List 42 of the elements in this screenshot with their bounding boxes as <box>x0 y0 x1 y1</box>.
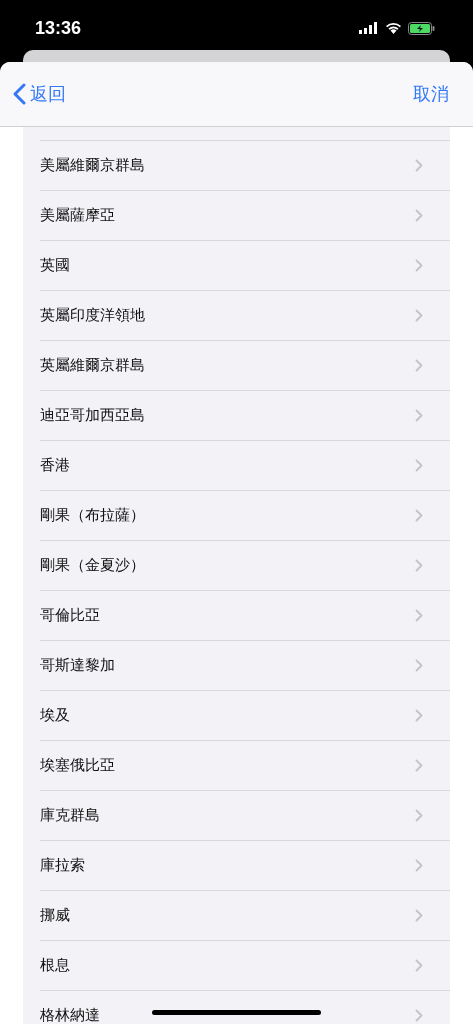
chevron-right-icon <box>415 909 423 922</box>
country-row[interactable]: 英屬維爾京群島 <box>40 340 450 390</box>
country-row[interactable]: 挪威 <box>40 890 450 940</box>
chevron-right-icon <box>415 509 423 522</box>
chevron-right-icon <box>415 459 423 472</box>
country-row[interactable]: 英屬印度洋領地 <box>40 290 450 340</box>
chevron-right-icon <box>415 309 423 322</box>
signal-icon <box>359 22 379 34</box>
chevron-left-icon <box>13 83 26 105</box>
chevron-right-icon <box>415 759 423 772</box>
country-row[interactable]: 剛果（金夏沙） <box>40 540 450 590</box>
chevron-right-icon <box>415 959 423 972</box>
country-row[interactable]: 庫拉索 <box>40 840 450 890</box>
country-row[interactable]: 香港 <box>40 440 450 490</box>
wifi-icon <box>385 22 402 34</box>
chevron-right-icon <box>415 559 423 572</box>
country-row[interactable]: 埃塞俄比亞 <box>40 740 450 790</box>
country-row[interactable]: 根息 <box>40 940 450 990</box>
chevron-right-icon <box>415 209 423 222</box>
chevron-right-icon <box>415 809 423 822</box>
country-row[interactable]: 迪亞哥加西亞島 <box>40 390 450 440</box>
country-row[interactable]: 哥斯達黎加 <box>40 640 450 690</box>
chevron-right-icon <box>415 259 423 272</box>
country-row[interactable]: 庫克群島 <box>40 790 450 840</box>
chevron-right-icon <box>415 359 423 372</box>
chevron-right-icon <box>415 159 423 172</box>
cancel-button[interactable]: 取消 <box>413 82 449 106</box>
country-row[interactable]: 剛果（布拉薩） <box>40 490 450 540</box>
country-row[interactable]: 埃及 <box>40 690 450 740</box>
chevron-right-icon <box>415 859 423 872</box>
chevron-right-icon <box>415 709 423 722</box>
country-row[interactable]: 哥倫比亞 <box>40 590 450 640</box>
battery-icon <box>408 21 435 35</box>
back-button[interactable]: 返回 <box>13 82 66 106</box>
chevron-right-icon <box>415 659 423 672</box>
country-row[interactable]: 美屬薩摩亞 <box>40 190 450 240</box>
chevron-right-icon <box>415 1009 423 1022</box>
country-row[interactable]: 英國 <box>40 240 450 290</box>
chevron-right-icon <box>415 409 423 422</box>
status-time: 13:36 <box>35 17 82 39</box>
country-row[interactable]: 美屬維爾京群島 <box>40 140 450 190</box>
chevron-right-icon <box>415 609 423 622</box>
